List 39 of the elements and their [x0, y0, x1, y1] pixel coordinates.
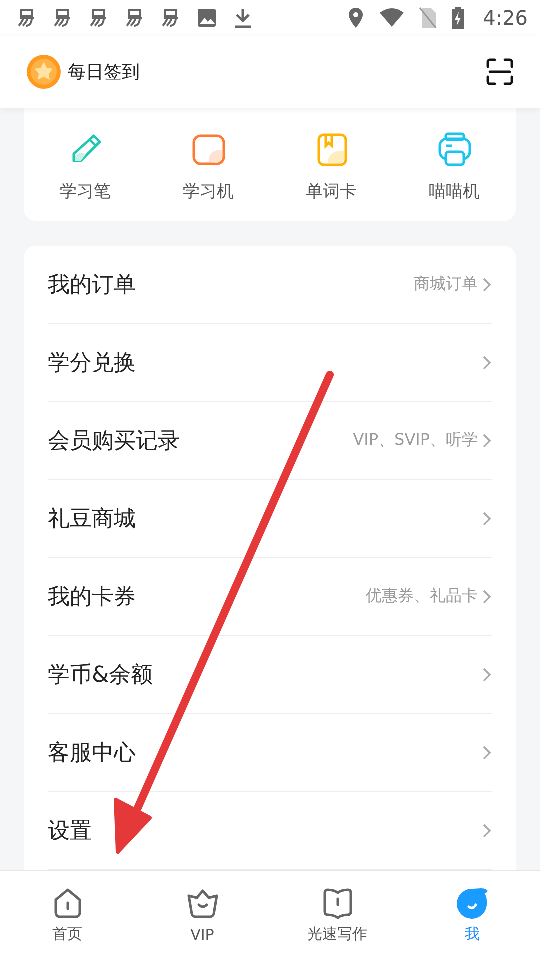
profile-blob-icon: [456, 887, 490, 919]
shortcut-label[interactable]: 喵喵机: [429, 180, 480, 203]
battery-charging-icon: [451, 7, 466, 29]
shortcut-label[interactable]: 学习笔: [60, 180, 111, 203]
daily-checkin-label[interactable]: 每日签到: [68, 60, 140, 84]
chevron-right-icon: [482, 822, 492, 838]
chevron-right-icon: [482, 354, 492, 370]
no-sim-icon: [419, 7, 438, 29]
shortcut-label[interactable]: 学习机: [183, 180, 234, 203]
crown-icon: [186, 888, 220, 920]
menu-item[interactable]: 我的订单: [48, 270, 414, 300]
menu-hint: 商城订单: [414, 274, 478, 295]
scan-icon[interactable]: [486, 58, 514, 86]
menu-item[interactable]: 礼豆商城: [48, 504, 482, 534]
chevron-right-icon: [482, 432, 492, 448]
menu-item[interactable]: 学分兑换: [48, 348, 482, 378]
menu-item[interactable]: 我的卡券: [48, 582, 366, 612]
wifi-icon: [379, 8, 406, 28]
nav-tab[interactable]: 首页: [0, 871, 135, 960]
location-icon: [347, 7, 366, 29]
image-icon: [196, 7, 218, 29]
chevron-right-icon: [482, 510, 492, 526]
chevron-right-icon: [482, 666, 492, 682]
chevron-right-icon: [482, 588, 492, 604]
menu-item[interactable]: 学币&余额: [48, 660, 482, 690]
nav-tab[interactable]: VIP: [135, 871, 270, 960]
menu-hint: VIP、SVIP、听学: [353, 430, 478, 451]
shortcut-label[interactable]: 单词卡: [306, 180, 357, 203]
printer-icon: [436, 132, 472, 168]
menu-item[interactable]: 客服中心: [48, 738, 482, 768]
chevron-right-icon: [482, 744, 492, 760]
menu-item[interactable]: 设置: [48, 816, 482, 846]
tablet-icon: [190, 132, 226, 168]
menu-hint: 优惠券、礼品卡: [366, 586, 478, 607]
nav-tab[interactable]: 光速写作: [270, 871, 405, 960]
menu-item[interactable]: 会员购买记录: [48, 426, 354, 456]
download-icon: [232, 7, 254, 29]
status-time: 4:26: [483, 6, 528, 30]
chevron-right-icon: [482, 276, 492, 292]
